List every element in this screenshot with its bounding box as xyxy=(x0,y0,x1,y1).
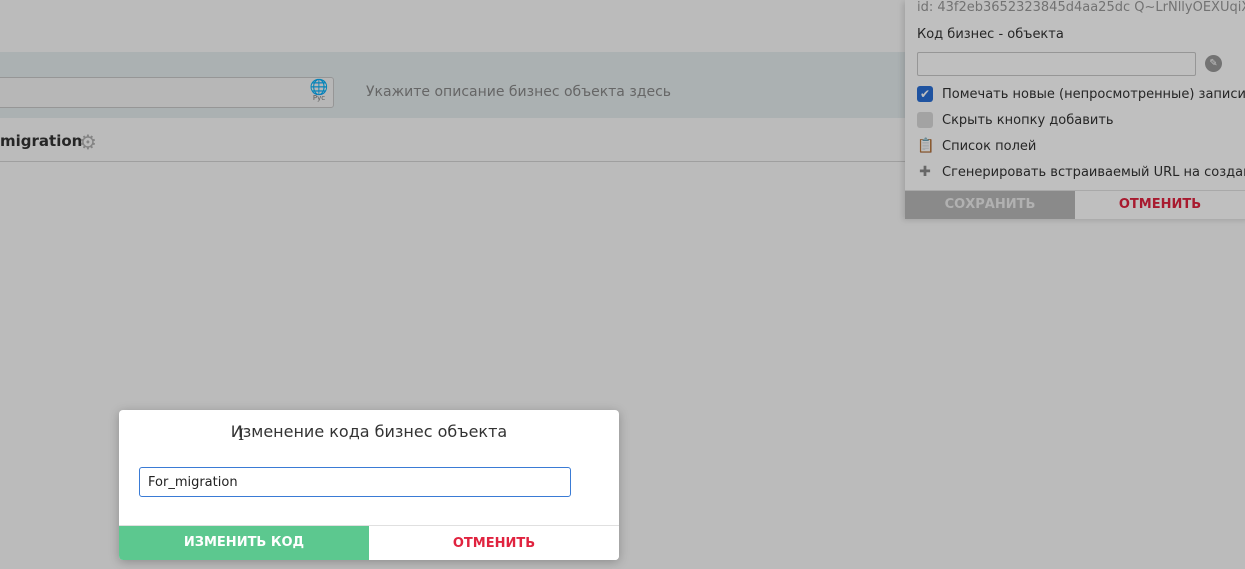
text-cursor-icon: I xyxy=(238,425,245,444)
change-code-dialog: Изменение кода бизнес объекта ИЗМЕНИТЬ К… xyxy=(119,410,619,560)
dialog-cancel-button[interactable]: ОТМЕНИТЬ xyxy=(369,526,619,560)
code-input[interactable] xyxy=(139,467,571,497)
dialog-button-bar: ИЗМЕНИТЬ КОД ОТМЕНИТЬ xyxy=(119,525,619,560)
change-code-button[interactable]: ИЗМЕНИТЬ КОД xyxy=(119,526,369,560)
dialog-title: Изменение кода бизнес объекта xyxy=(230,422,508,441)
